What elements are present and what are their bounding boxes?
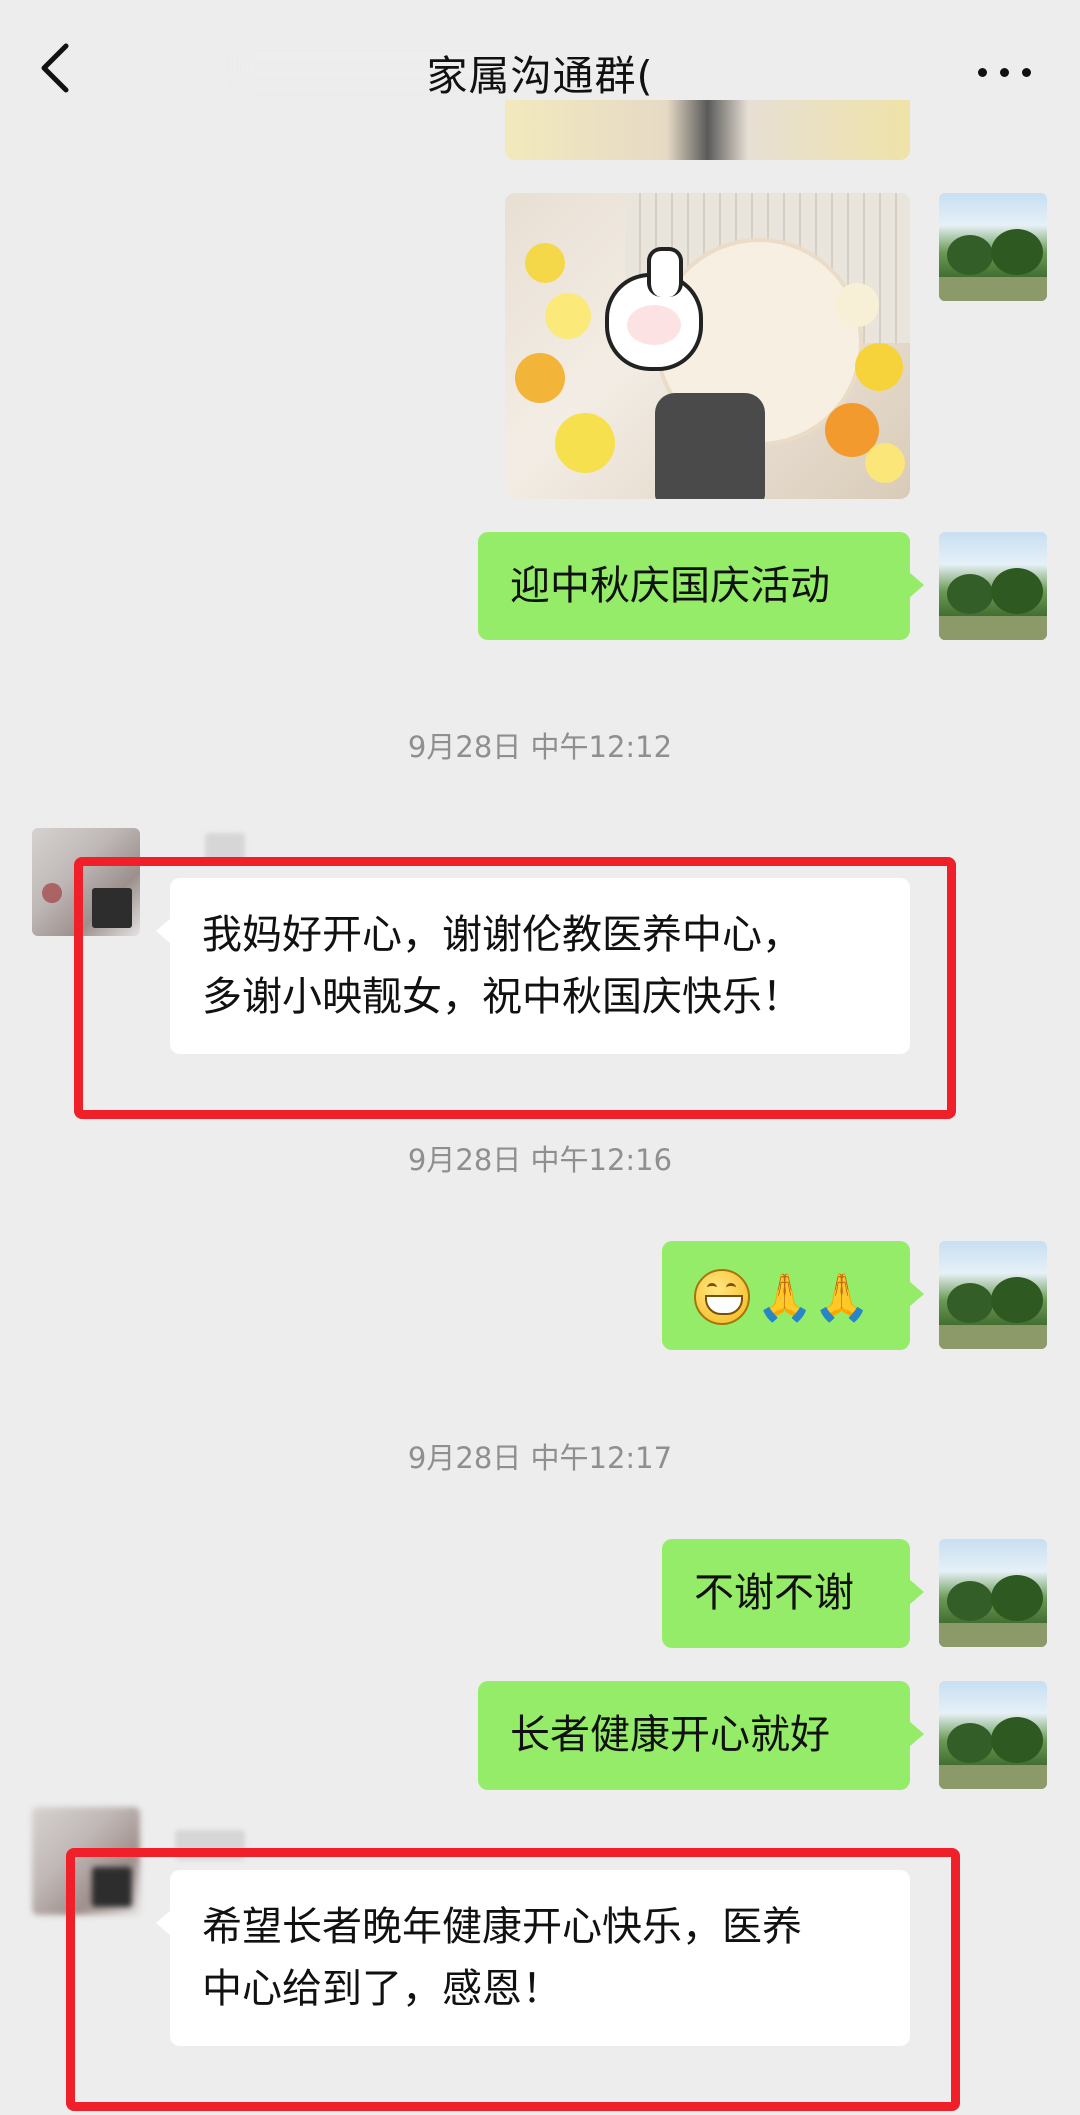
message-bubble-sent[interactable]: 不谢不谢 (662, 1539, 924, 1648)
previous-photo-message[interactable] (505, 100, 910, 160)
my-avatar[interactable] (939, 532, 1047, 640)
message-bubble-sent[interactable]: 迎中秋庆国庆活动 (478, 532, 924, 640)
more-button[interactable] (975, 52, 1035, 92)
highlight-box (66, 1848, 960, 2111)
chat-title: 家属沟通群( (426, 52, 654, 100)
highlight-box (74, 857, 956, 1119)
my-avatar[interactable] (939, 193, 1047, 301)
more-dots-icon (978, 68, 987, 77)
message-text: 迎中秋庆国庆活动 (510, 563, 830, 609)
thumbs-up-sticker (605, 247, 703, 371)
my-avatar[interactable] (939, 1539, 1047, 1647)
message-bubble-sent[interactable]: 长者健康开心就好 (478, 1681, 924, 1790)
message-bubble-sent[interactable]: 🙏🙏 (662, 1241, 924, 1350)
timestamp: 9月28日 中午12:16 (407, 1143, 673, 1177)
timestamp: 9月28日 中午12:12 (407, 730, 673, 764)
my-avatar[interactable] (939, 1681, 1047, 1789)
message-text: 不谢不谢 (694, 1570, 854, 1616)
timestamp: 9月28日 中午12:17 (407, 1441, 673, 1475)
my-avatar[interactable] (939, 1241, 1047, 1349)
praying-hands-icon: 🙏🙏 (756, 1269, 871, 1324)
message-text: 长者健康开心就好 (510, 1712, 830, 1758)
photo-message[interactable] (505, 193, 910, 499)
grin-emoji-icon (694, 1269, 750, 1325)
